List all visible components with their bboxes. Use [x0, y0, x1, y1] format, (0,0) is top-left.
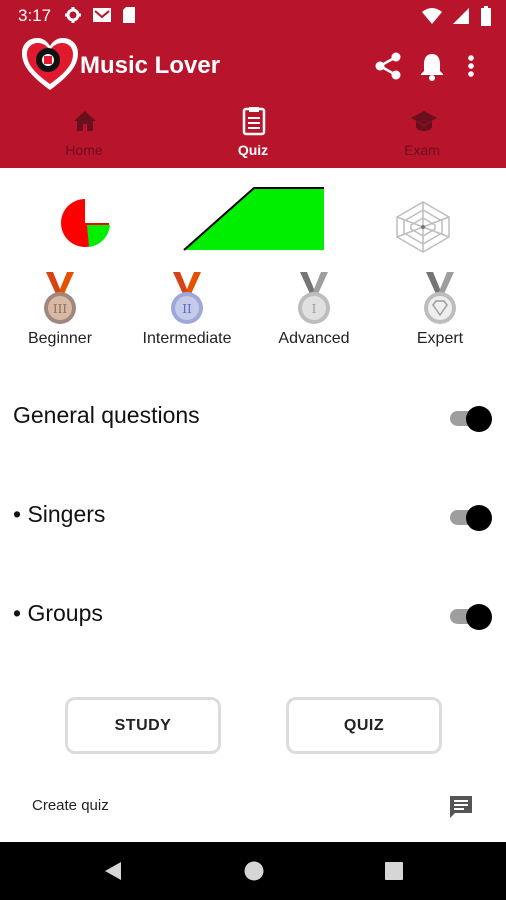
battery-icon	[481, 6, 491, 26]
topic-toggle-general[interactable]	[450, 406, 492, 432]
home-icon	[74, 111, 96, 131]
medal-silver-diamond-icon	[424, 272, 456, 324]
topic-toggle-singers[interactable]	[450, 505, 492, 531]
toggle-thumb	[466, 604, 492, 630]
medal-bronze-icon: III	[44, 272, 76, 324]
radar-chart-icon[interactable]	[394, 200, 452, 254]
progress-area-chart[interactable]	[182, 186, 326, 254]
stats-row	[0, 168, 506, 268]
tab-quiz-label: Quiz	[237, 142, 269, 158]
toggle-thumb	[466, 406, 492, 432]
gmail-icon	[93, 8, 111, 22]
tab-quiz[interactable]: Quiz	[169, 100, 337, 168]
tab-exam[interactable]: Exam	[338, 100, 506, 168]
status-left-icons	[64, 6, 136, 24]
back-icon[interactable]	[102, 860, 124, 882]
svg-text:I: I	[312, 302, 317, 316]
study-button[interactable]: STUDY	[65, 697, 221, 754]
topic-row-groups: • Groups	[0, 584, 506, 644]
level-expert[interactable]: Expert	[380, 270, 500, 348]
level-beginner[interactable]: III Beginner	[0, 270, 120, 348]
level-intermediate[interactable]: II Intermediate	[127, 270, 247, 348]
settings-icon	[65, 7, 81, 23]
level-medals: III Beginner II Intermediate I Advanced	[0, 270, 506, 360]
quiz-button[interactable]: QUIZ	[286, 697, 442, 754]
tab-home[interactable]: Home	[0, 100, 168, 168]
status-right-icons	[422, 6, 492, 26]
topic-label: • Singers	[13, 501, 106, 527]
level-advanced-label: Advanced	[278, 330, 350, 347]
topic-row-general: General questions	[0, 386, 506, 446]
topic-toggle-groups[interactable]	[450, 604, 492, 630]
create-quiz-link[interactable]: Create quiz	[32, 797, 109, 814]
heart-logo-icon	[22, 38, 78, 90]
wifi-icon	[422, 8, 442, 24]
overflow-menu-icon[interactable]	[461, 50, 481, 82]
toggle-thumb	[466, 505, 492, 531]
sd-card-icon	[123, 7, 135, 23]
svg-text:II: II	[182, 302, 192, 316]
medal-bronze-blue-icon: II	[171, 272, 203, 324]
tab-exam-label: Exam	[404, 142, 440, 158]
svg-text:III: III	[53, 302, 67, 316]
app-bar: Music Lover	[0, 32, 506, 100]
status-bar: 3:17	[0, 0, 506, 32]
medal-silver-icon: I	[298, 272, 330, 324]
tab-home-label: Home	[65, 142, 103, 158]
chat-icon[interactable]	[448, 794, 474, 820]
home-circle-icon[interactable]	[243, 860, 265, 882]
progress-pie-icon[interactable]	[58, 196, 112, 250]
tab-bar: Home Quiz Exam	[0, 100, 506, 168]
bell-icon[interactable]	[416, 50, 448, 82]
topic-label: General questions	[13, 402, 200, 428]
topic-row-singers: • Singers	[0, 485, 506, 545]
signal-icon	[453, 8, 469, 24]
app-title: Music Lover	[80, 52, 221, 79]
graduation-cap-icon	[411, 111, 437, 131]
level-advanced[interactable]: I Advanced	[254, 270, 374, 348]
topic-label: • Groups	[13, 600, 103, 626]
system-nav-bar	[0, 842, 506, 900]
level-intermediate-label: Intermediate	[142, 330, 232, 347]
status-time: 3:17	[18, 6, 52, 25]
clipboard-icon	[242, 107, 266, 136]
recents-icon[interactable]	[383, 860, 405, 882]
level-expert-label: Expert	[416, 330, 464, 347]
share-icon[interactable]	[372, 50, 404, 82]
level-beginner-label: Beginner	[27, 330, 93, 347]
